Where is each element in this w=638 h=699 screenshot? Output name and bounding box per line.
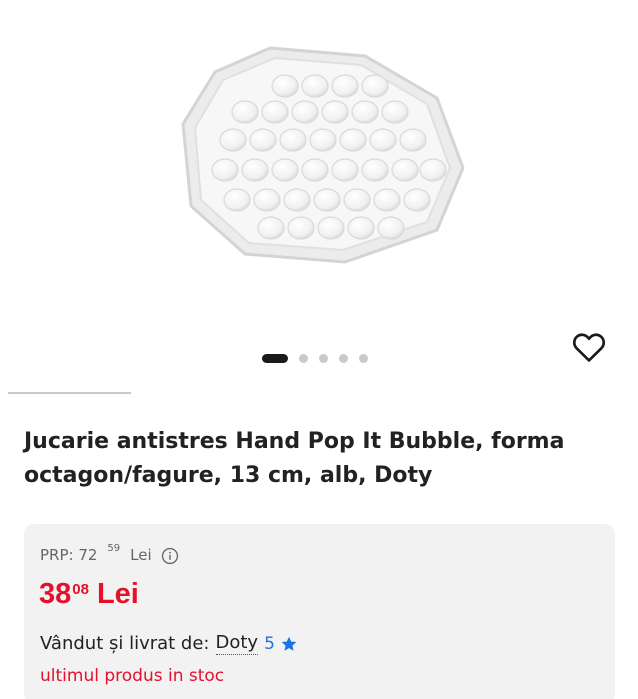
pop-bubble bbox=[351, 100, 379, 124]
favorite-button[interactable] bbox=[570, 329, 608, 365]
pop-bubble bbox=[271, 158, 299, 182]
seller-name-link[interactable]: Doty bbox=[215, 632, 259, 655]
seller-label: Vândut și livrat de: bbox=[40, 633, 210, 654]
seller-rating: 5 bbox=[264, 633, 275, 654]
info-circle-icon[interactable] bbox=[161, 547, 179, 565]
tab-indicator-divider bbox=[8, 392, 131, 394]
pop-bubble bbox=[381, 100, 409, 124]
pop-bubble bbox=[317, 216, 345, 240]
pop-bubble bbox=[321, 100, 349, 124]
current-price: 38 08 Lei bbox=[39, 576, 139, 612]
carousel-dot[interactable] bbox=[319, 354, 328, 363]
carousel-dots[interactable] bbox=[262, 354, 368, 363]
pop-bubble bbox=[301, 158, 329, 182]
carousel-dot[interactable] bbox=[359, 354, 368, 363]
pop-bubble bbox=[241, 158, 269, 182]
pop-bubble bbox=[291, 100, 319, 124]
pop-bubble bbox=[271, 74, 299, 98]
pop-bubble bbox=[419, 158, 447, 182]
pop-bubble bbox=[231, 100, 259, 124]
product-title: Jucarie antistres Hand Pop It Bubble, fo… bbox=[24, 429, 565, 488]
pop-bubble bbox=[343, 188, 371, 212]
price-currency: Lei bbox=[96, 578, 139, 610]
pop-bubble bbox=[283, 188, 311, 212]
pop-bubble bbox=[373, 188, 401, 212]
pop-bubble bbox=[301, 74, 329, 98]
star-icon bbox=[281, 636, 297, 651]
stock-status: ultimul produs in stoc bbox=[40, 666, 225, 686]
pop-bubble bbox=[369, 128, 397, 152]
pop-bubble bbox=[257, 216, 285, 240]
pop-bubble bbox=[313, 188, 341, 212]
product-gallery[interactable] bbox=[0, 0, 638, 380]
pop-bubble bbox=[261, 100, 289, 124]
pop-bubble bbox=[253, 188, 281, 212]
prp-decimals: 59 bbox=[107, 543, 121, 554]
pop-bubble bbox=[391, 158, 419, 182]
carousel-dot[interactable] bbox=[299, 354, 308, 363]
price-integer: 38 bbox=[39, 578, 72, 610]
pop-bubble bbox=[361, 158, 389, 182]
pop-bubble bbox=[399, 128, 427, 152]
pop-bubble bbox=[211, 158, 239, 182]
recommended-price: PRP: 72 59 Lei bbox=[40, 543, 179, 565]
pop-bubble bbox=[309, 128, 337, 152]
pop-bubble bbox=[377, 216, 405, 240]
product-image[interactable] bbox=[175, 38, 475, 268]
price-panel: PRP: 72 59 Lei 38 08 Lei Vândut și livra… bbox=[24, 524, 615, 699]
price-decimals: 08 bbox=[72, 581, 89, 598]
carousel-dot-active[interactable] bbox=[262, 354, 288, 363]
carousel-dot[interactable] bbox=[339, 354, 348, 363]
pop-bubble bbox=[403, 188, 431, 212]
pop-bubble bbox=[331, 74, 359, 98]
pop-bubble bbox=[331, 158, 359, 182]
pop-bubble bbox=[249, 128, 277, 152]
prp-currency: Lei bbox=[130, 546, 152, 564]
pop-bubble bbox=[287, 216, 315, 240]
pop-bubble bbox=[279, 128, 307, 152]
seller-info: Vândut și livrat de: Doty 5 bbox=[40, 632, 298, 655]
pop-bubble bbox=[339, 128, 367, 152]
pop-bubble bbox=[361, 74, 389, 98]
prp-label: PRP: 72 bbox=[40, 546, 98, 564]
heart-outline-icon bbox=[572, 333, 606, 362]
pop-bubble bbox=[223, 188, 251, 212]
pop-bubble bbox=[347, 216, 375, 240]
pop-bubble bbox=[219, 128, 247, 152]
